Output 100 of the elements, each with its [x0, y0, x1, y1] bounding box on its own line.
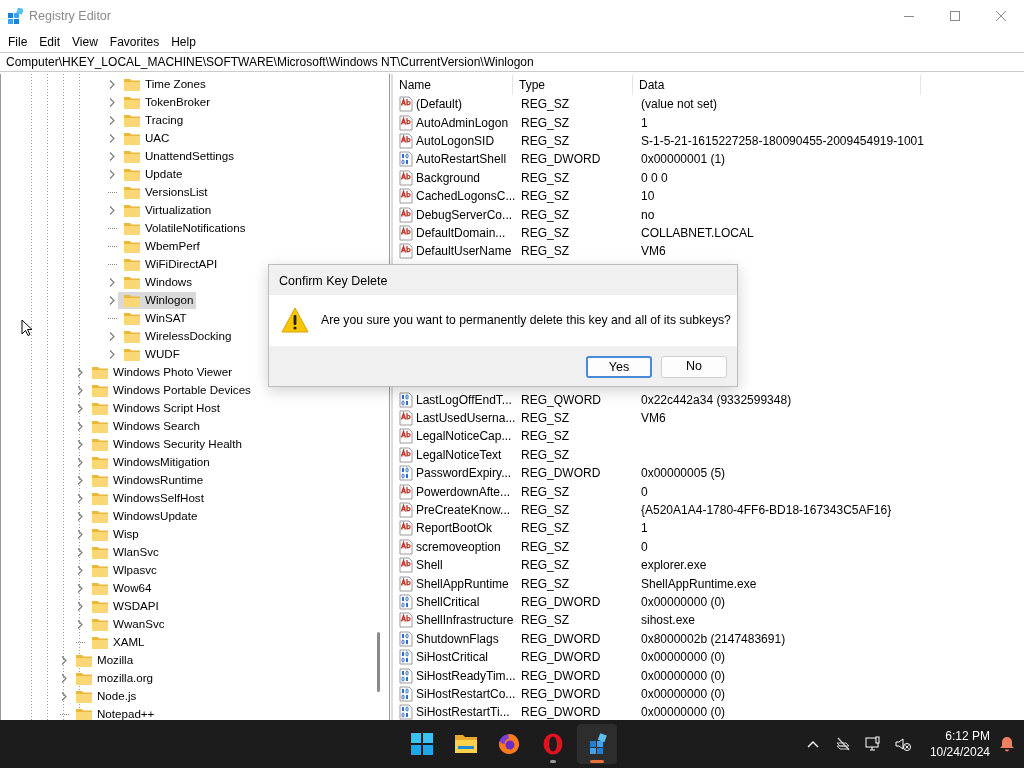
value-name[interactable]: LegalNoticeCap... [416, 427, 512, 446]
value-data: 0x00000000 (0) [641, 686, 726, 701]
folder-icon [92, 581, 108, 595]
tree-item[interactable]: WUDF [118, 345, 183, 363]
value-name[interactable]: ShellAppRuntime [416, 574, 509, 593]
tree-item[interactable]: WindowsMitigation [86, 453, 213, 471]
tree-item[interactable]: WirelessDocking [118, 327, 235, 345]
scrollbar-thumb[interactable] [377, 632, 380, 692]
binary-value-icon [399, 685, 413, 702]
tree-item[interactable]: TokenBroker [118, 93, 214, 111]
tree-item[interactable]: Windows Photo Viewer [86, 363, 235, 381]
value-data: explorer.exe [641, 558, 707, 573]
value-name[interactable]: AutoAdminLogon [416, 113, 509, 132]
value-name[interactable]: DebugServerCo... [416, 205, 513, 224]
tree-item[interactable]: WbemPerf [118, 237, 203, 255]
value-type: REG_SZ [521, 539, 569, 554]
tree-item[interactable]: WiFiDirectAPI [118, 255, 221, 273]
tree-item[interactable]: Wisp [86, 525, 142, 543]
column-header[interactable]: Name [393, 75, 513, 95]
value-name[interactable]: AutoRestartShell [416, 150, 507, 169]
value-type: REG_SZ [521, 225, 569, 240]
value-name[interactable]: ShutdownFlags [416, 629, 499, 648]
tree-item[interactable]: Tracing [118, 111, 187, 129]
string-value-icon [399, 132, 413, 149]
value-name[interactable]: ReportBootOk [416, 519, 493, 538]
tree-item[interactable]: WSDAPI [86, 597, 162, 615]
folder-icon [92, 383, 108, 397]
value-name[interactable]: SiHostRestartTi... [416, 703, 510, 722]
value-name[interactable]: Background [416, 168, 481, 187]
value-name[interactable]: LastLogOffEndT... [416, 390, 512, 409]
dialog-button[interactable]: Yes [586, 355, 652, 378]
value-data: 0x00000001 (1) [641, 152, 726, 167]
address-field[interactable]: Computer\HKEY_LOCAL_MACHINE\SOFTWARE\Microsoft\Windows NT\CurrentVersion\Winlogon [0, 52, 1024, 72]
tree-item[interactable]: VolatileNotifications [118, 219, 249, 237]
value-name[interactable]: ShellCritical [416, 593, 480, 611]
value-type: REG_SZ [521, 244, 569, 259]
value-name[interactable]: PowerdownAfte... [416, 482, 511, 501]
tree-item[interactable]: WindowsRuntime [86, 471, 207, 489]
tree-item[interactable]: Winlogon [118, 291, 197, 309]
tree-item[interactable]: WindowsSelfHost [86, 489, 207, 507]
tree-item[interactable]: UnattendSettings [118, 147, 237, 165]
value-type: REG_SZ [521, 503, 569, 518]
tree-item[interactable]: WindowsUpdate [86, 507, 201, 525]
menu-item[interactable]: Favorites [103, 32, 166, 52]
tree-item[interactable]: Time Zones [118, 75, 209, 93]
value-type: REG_SZ [521, 411, 569, 426]
value-name[interactable]: Shell [416, 556, 443, 575]
value-type: REG_SZ [521, 429, 569, 444]
value-name[interactable]: SiHostReadyTim... [416, 666, 516, 685]
menu-item[interactable]: View [66, 32, 104, 52]
value-name[interactable]: DefaultUserName [416, 242, 512, 261]
tree-item[interactable]: Update [118, 165, 186, 183]
value-name[interactable]: LegalNoticeText [416, 445, 502, 464]
value-name[interactable]: PreCreateKnow... [416, 501, 511, 520]
dialog-button[interactable]: No [661, 355, 727, 378]
tree-item[interactable]: Wlpasvc [86, 561, 160, 579]
value-name[interactable]: LastUsedUserna... [416, 409, 516, 428]
tree-item[interactable]: Windows Security Health [86, 435, 245, 453]
tree-item[interactable]: Windows Script Host [86, 399, 223, 417]
tree-item[interactable]: Windows Portable Devices [86, 381, 254, 399]
value-name[interactable]: AutoLogonSID [416, 131, 495, 150]
value-type: REG_DWORD [521, 631, 601, 646]
value-name[interactable]: CachedLogonsC... [416, 187, 516, 206]
tree-item[interactable]: WwanSvc [86, 615, 168, 633]
tree-item[interactable]: mozilla.org [70, 669, 157, 687]
tree-item[interactable]: Node.js [70, 687, 140, 705]
menu-item[interactable]: Edit [33, 32, 67, 52]
tree-item[interactable]: Windows Search [86, 417, 203, 435]
tree-item[interactable]: WlanSvc [86, 543, 162, 561]
binary-value-icon [399, 649, 413, 666]
value-name[interactable]: (Default) [416, 95, 462, 114]
clock-button[interactable]: 6:12 PM 10/24/2024 [918, 724, 990, 764]
tree-item[interactable]: Mozilla [70, 651, 137, 669]
menu-item[interactable]: File [2, 32, 34, 52]
tree-item[interactable]: Windows [118, 273, 196, 291]
folder-icon [124, 185, 140, 199]
string-value-icon [399, 575, 413, 592]
tree-item[interactable]: WinSAT [118, 309, 190, 327]
folder-icon [124, 293, 140, 307]
folder-icon [92, 473, 108, 487]
taskbar-button[interactable] [577, 724, 618, 764]
value-name[interactable]: PasswordExpiry... [416, 464, 512, 483]
value-name[interactable]: SiHostRestartCo... [416, 684, 516, 703]
tree-item[interactable]: XAML [86, 633, 148, 651]
tree-item[interactable]: VersionsList [118, 183, 211, 201]
tree-item[interactable]: UAC [118, 129, 173, 147]
tree-item[interactable]: Virtualization [118, 201, 215, 219]
menu-item[interactable]: Help [165, 32, 202, 52]
string-value-icon [399, 410, 413, 427]
value-type: REG_SZ [521, 170, 569, 185]
column-header[interactable]: Data [633, 75, 921, 95]
binary-value-icon [399, 630, 413, 647]
folder-icon [124, 257, 140, 271]
value-name[interactable]: SiHostCritical [416, 648, 488, 667]
value-name[interactable]: ShellInfrastructure [416, 611, 514, 630]
tree-item[interactable]: Wow64 [86, 579, 155, 597]
string-value-icon [399, 502, 413, 519]
column-header[interactable]: Type [513, 75, 633, 95]
value-name[interactable]: scremoveoption [416, 537, 501, 556]
value-name[interactable]: DefaultDomain... [416, 223, 506, 242]
